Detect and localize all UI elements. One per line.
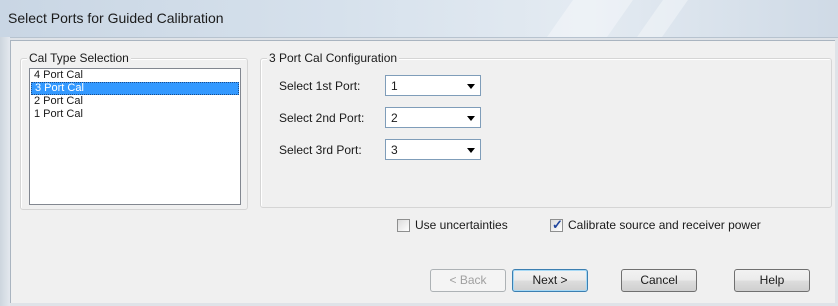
cal-type-group-label: Cal Type Selection: [27, 51, 131, 65]
cal-type-list-item[interactable]: 4 Port Cal: [31, 69, 239, 82]
port-1-label: Select 1st Port:: [279, 79, 361, 93]
port-3-dropdown[interactable]: 3: [385, 139, 481, 160]
calibrate-power-checkbox[interactable]: ✓: [550, 217, 563, 232]
window-title: Select Ports for Guided Calibration: [8, 10, 224, 26]
title-bar: Select Ports for Guided Calibration: [0, 0, 838, 38]
cal-type-list-item[interactable]: 3 Port Cal: [31, 82, 239, 95]
chevron-down-icon: [467, 116, 475, 121]
use-uncertainties-checkbox[interactable]: [397, 219, 410, 232]
chevron-down-icon: [467, 84, 475, 89]
port-config-group-label: 3 Port Cal Configuration: [267, 51, 400, 65]
use-uncertainties-label[interactable]: Use uncertainties: [415, 218, 508, 232]
cancel-button[interactable]: Cancel: [621, 269, 697, 292]
cal-type-list-item[interactable]: 2 Port Cal: [31, 95, 239, 108]
port-1-value: 1: [391, 79, 398, 93]
port-3-value: 3: [391, 143, 398, 157]
title-bar-highlight: [637, 0, 688, 37]
help-button[interactable]: Help: [734, 269, 810, 292]
port-2-value: 2: [391, 111, 398, 125]
window-frame-left: [0, 37, 10, 306]
cal-type-list-item[interactable]: 1 Port Cal: [31, 108, 239, 121]
back-button[interactable]: < Back: [430, 269, 506, 292]
cal-type-listbox[interactable]: 4 Port Cal 3 Port Cal 2 Port Cal 1 Port Cal: [29, 68, 241, 205]
checkmark-icon: ✓: [552, 217, 563, 232]
port-1-dropdown[interactable]: 1: [385, 75, 481, 96]
title-bar-highlight: [547, 0, 633, 37]
chevron-down-icon: [467, 148, 475, 153]
calibrate-power-label[interactable]: Calibrate source and receiver power: [568, 218, 761, 232]
port-2-label: Select 2nd Port:: [279, 111, 365, 125]
port-3-label: Select 3rd Port:: [279, 143, 362, 157]
next-button[interactable]: Next >: [512, 269, 588, 292]
port-2-dropdown[interactable]: 2: [385, 107, 481, 128]
